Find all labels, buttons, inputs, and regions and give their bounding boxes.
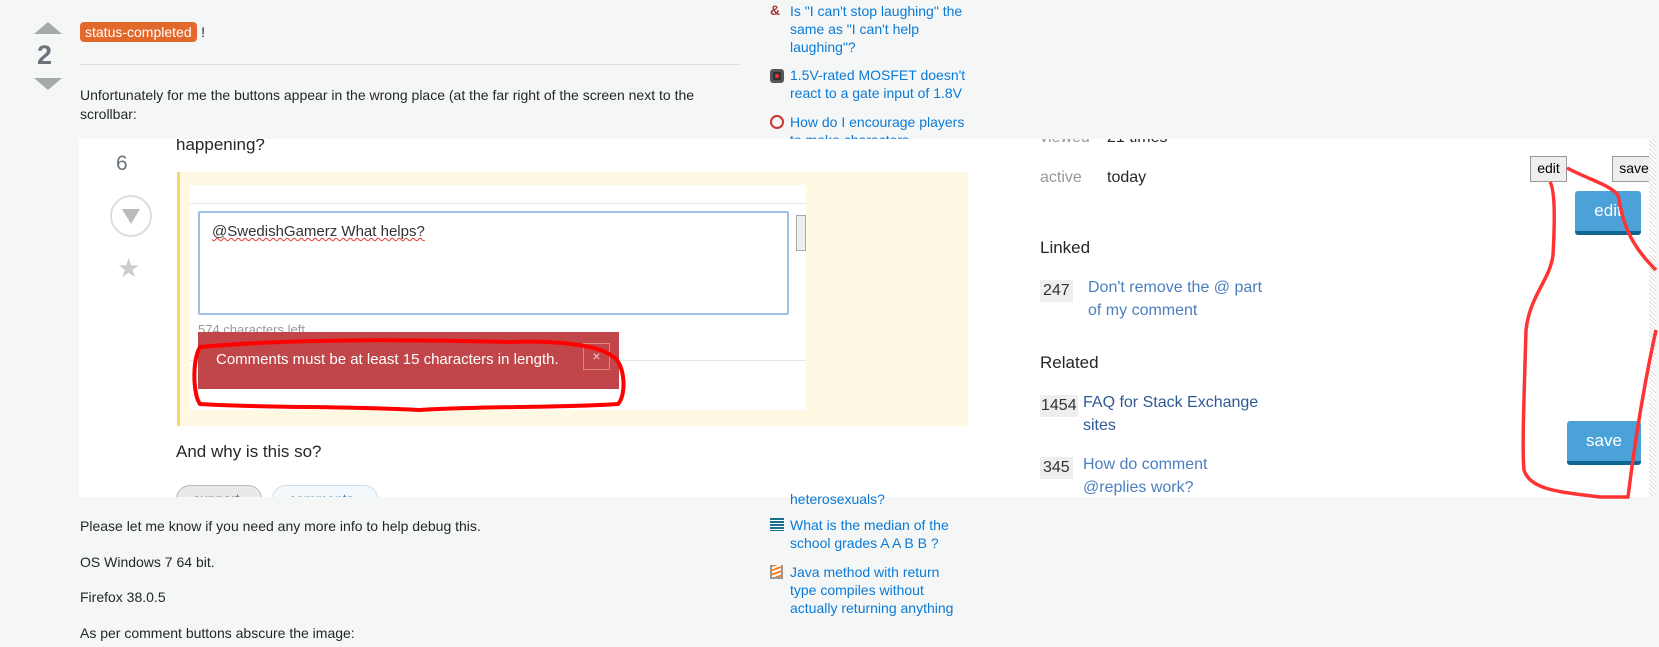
answer-paragraph: OS Windows 7 64 bit. <box>80 554 215 570</box>
hot-question-line[interactable]: heterosexuals? <box>790 490 885 509</box>
stackoverflow-icon <box>770 565 783 579</box>
annotation-loop-error <box>192 338 626 413</box>
hot-question-line: actually returning anything <box>790 600 954 616</box>
annotation-loop-buttons <box>1521 166 1658 499</box>
hot-question-line: What is the median of the <box>790 517 949 533</box>
hot-question-line: Java method with return <box>790 564 940 580</box>
answer-paragraph: Please let me know if you need any more … <box>80 518 481 534</box>
stats-icon <box>770 518 784 531</box>
hot-question-line: type compiles without <box>790 582 924 598</box>
hot-question-line: school grades A A B B ? <box>790 535 939 551</box>
answer-paragraph: Firefox 38.0.5 <box>80 589 166 605</box>
answer-paragraph: As per comment buttons abscure the image… <box>80 625 355 641</box>
